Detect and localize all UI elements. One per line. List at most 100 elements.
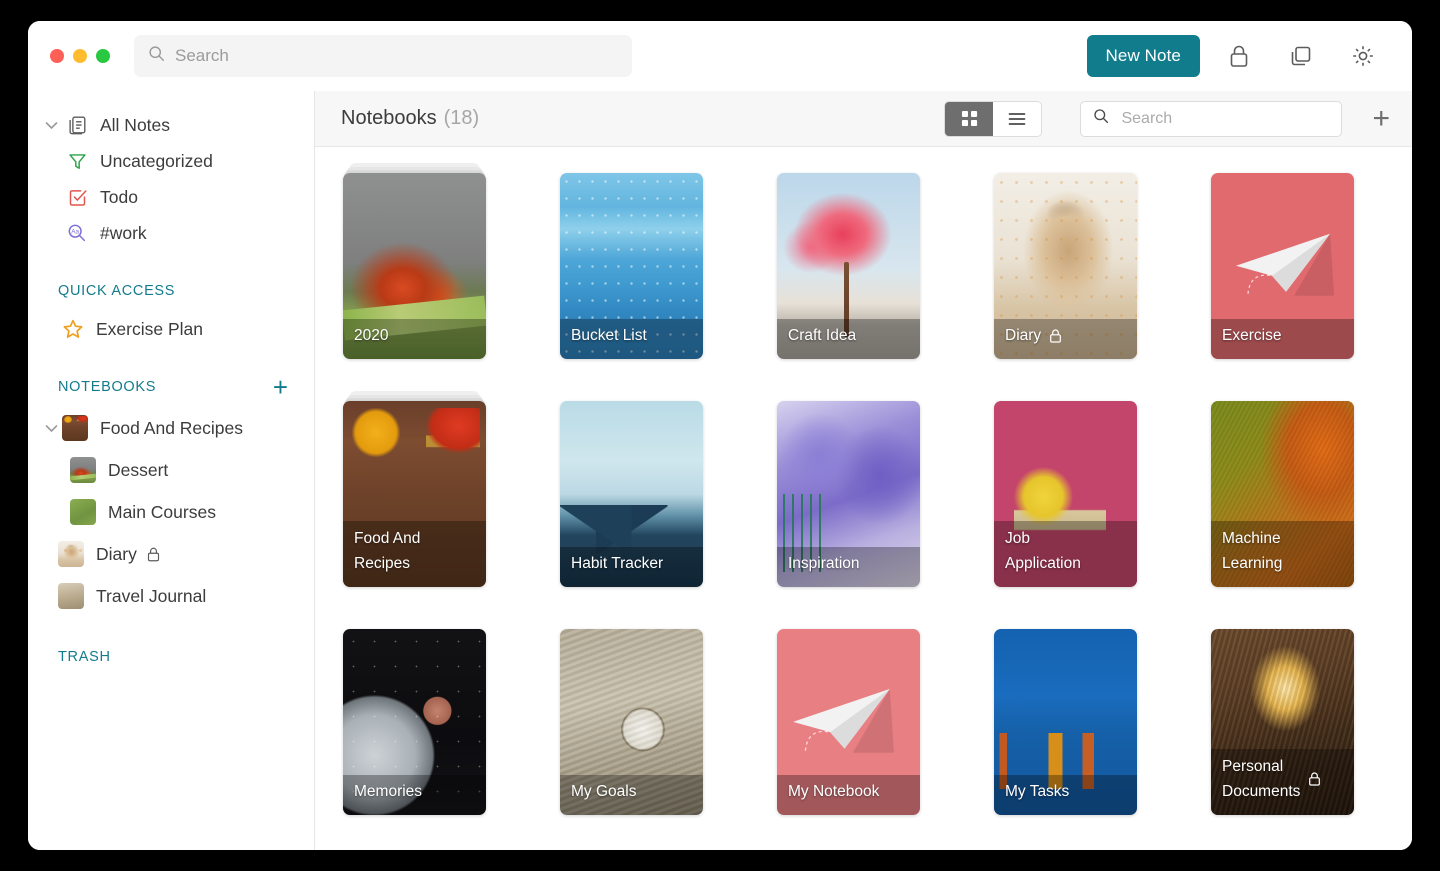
notebook-thumbnail [58, 583, 84, 609]
paper-plane-icon [793, 689, 895, 754]
sidebar-section-trash[interactable]: TRASH [28, 643, 314, 671]
traffic-lights [50, 49, 110, 63]
notebook-title: Job Application [1005, 529, 1081, 573]
notebook-grid-scroll[interactable]: 2020 Bucket List Craft Idea Diary Exercise Fo… [315, 147, 1412, 850]
notebook-thumbnail [70, 499, 96, 525]
notebook-search-input[interactable]: Search [1080, 100, 1343, 137]
global-search-placeholder: Search [175, 46, 229, 65]
checkbox-icon [62, 187, 92, 208]
notebook-title: My Notebook [788, 783, 880, 801]
search-icon [148, 45, 165, 67]
notebook-cover: Diary [994, 173, 1137, 359]
view-toggle [944, 100, 1043, 137]
notebook-card[interactable]: Machine Learning [1211, 401, 1354, 587]
notebook-card[interactable]: 2020 [343, 163, 486, 359]
sidebar-notebook-label: Food And Recipes [100, 417, 244, 438]
close-button[interactable] [50, 49, 64, 63]
chevron-down-icon[interactable] [40, 121, 62, 130]
notebook-grid: 2020 Bucket List Craft Idea Diary Exercise Fo… [315, 163, 1412, 815]
notebook-title-band: Memories [343, 775, 486, 815]
sidebar-item-work-tag[interactable]: Aa #work [28, 215, 314, 251]
sidebar-label-todo: Todo [100, 186, 138, 207]
content-panel: Notebooks (18) Search + 2020 Bucket List… [315, 91, 1412, 850]
notebook-cover: Craft Idea [777, 173, 920, 359]
notes-icon [62, 114, 92, 136]
notebook-title: Diary [1005, 323, 1071, 349]
sidebar-item-uncategorized[interactable]: Uncategorized [28, 143, 314, 179]
notebook-cover: Inspiration [777, 401, 920, 587]
notebook-card[interactable]: My Goals [560, 629, 703, 815]
gear-icon[interactable] [1340, 33, 1386, 79]
notebook-cover: My Tasks [994, 629, 1137, 815]
sidebar-label-uncategorized: Uncategorized [100, 150, 213, 171]
notebook-card[interactable]: Craft Idea [777, 173, 920, 359]
sidebar-notebook-dessert[interactable]: Dessert [28, 449, 314, 491]
notebook-title: Memories [354, 783, 423, 801]
copy-icon[interactable] [1278, 33, 1324, 79]
window-body: All Notes Uncategorized Todo Aa #work QU… [28, 91, 1412, 850]
notebook-card[interactable]: Bucket List [560, 173, 703, 359]
notebook-title-band: My Tasks [994, 775, 1137, 815]
sidebar-notebook-label: Travel Journal [96, 585, 207, 606]
sidebar-notebook-diary[interactable]: Diary [28, 533, 314, 575]
notebook-search-placeholder: Search [1121, 109, 1173, 127]
notebook-title: Food And Recipes [354, 529, 421, 573]
notebook-cover: Personal Documents [1211, 629, 1354, 815]
new-note-button[interactable]: New Note [1086, 35, 1200, 77]
notebook-title-band: Exercise [1211, 319, 1354, 359]
sidebar-notebook-label: Diary [96, 543, 137, 564]
notebook-thumbnail [62, 415, 88, 441]
svg-text:Aa: Aa [71, 229, 79, 236]
notebook-card[interactable]: My Notebook [777, 629, 920, 815]
list-view-icon[interactable] [993, 101, 1042, 136]
sidebar-item-todo[interactable]: Todo [28, 179, 314, 215]
notebook-title-band: 2020 [343, 319, 486, 359]
notebook-cover: Bucket List [560, 173, 703, 359]
minimize-button[interactable] [73, 49, 87, 63]
add-notebook-icon[interactable]: + [273, 374, 288, 400]
notebook-title: Bucket List [571, 327, 647, 345]
notebook-title-band: My Goals [560, 775, 703, 815]
sidebar-notebook-main-courses[interactable]: Main Courses [28, 491, 314, 533]
sidebar-notebook-food-and-recipes[interactable]: Food And Recipes [28, 407, 314, 449]
notebook-card[interactable]: Inspiration [777, 401, 920, 587]
chevron-down-icon[interactable] [40, 424, 62, 433]
global-search-input[interactable]: Search [134, 35, 632, 77]
sidebar-item-exercise-plan[interactable]: Exercise Plan [28, 311, 314, 347]
notebook-title-band: Food And Recipes [343, 521, 486, 587]
notebook-title-band: Diary [994, 319, 1137, 359]
notebook-cover: My Goals [560, 629, 703, 815]
sidebar-item-all-notes[interactable]: All Notes [28, 107, 314, 143]
notebook-cover: Exercise [1211, 173, 1354, 359]
notebook-card[interactable]: Personal Documents [1211, 629, 1354, 815]
notebook-cover: 2020 [343, 173, 486, 359]
notebook-card[interactable]: Diary [994, 173, 1137, 359]
sidebar-section-quick-access: QUICK ACCESS [28, 277, 314, 305]
notebook-title: Craft Idea [788, 327, 857, 345]
notebook-title-band: Inspiration [777, 547, 920, 587]
notebook-cover: Memories [343, 629, 486, 815]
sidebar-notebook-travel-journal[interactable]: Travel Journal [28, 575, 314, 617]
sidebar-section-notebooks: NOTEBOOKS + [28, 373, 314, 401]
add-notebook-button[interactable]: + [1372, 103, 1390, 134]
notebook-cover: Job Application [994, 401, 1137, 587]
notebook-card[interactable]: Job Application [994, 401, 1137, 587]
notebook-cover: Food And Recipes [343, 401, 486, 587]
app-window: Search New Note All Notes Uncategorized … [28, 21, 1412, 850]
grid-view-icon[interactable] [945, 101, 994, 136]
notebook-title-band: Machine Learning [1211, 521, 1354, 587]
content-header: Notebooks (18) Search + [315, 91, 1412, 147]
notebook-card[interactable]: Exercise [1211, 173, 1354, 359]
lock-icon[interactable] [1216, 33, 1262, 79]
sidebar-label-all-notes: All Notes [100, 114, 171, 135]
notebook-title-band: Job Application [994, 521, 1137, 587]
notebook-card[interactable]: Habit Tracker [560, 401, 703, 587]
page-title: Notebooks [341, 107, 437, 129]
notebook-card[interactable]: Food And Recipes [343, 391, 486, 587]
notebook-card[interactable]: My Tasks [994, 629, 1137, 815]
maximize-button[interactable] [96, 49, 110, 63]
notebook-card[interactable]: Memories [343, 629, 486, 815]
sidebar-notebook-label: Dessert [108, 459, 169, 480]
notebook-title-band: Personal Documents [1211, 749, 1354, 815]
tag-search-icon: Aa [62, 222, 92, 244]
